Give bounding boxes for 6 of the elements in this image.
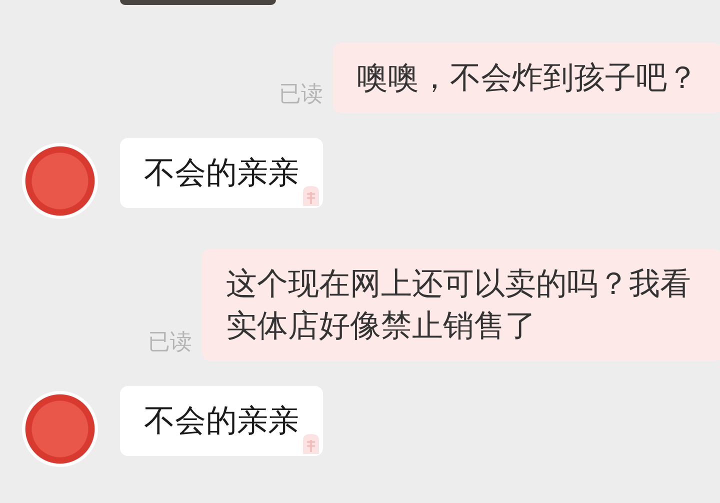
message-bubble[interactable]: 不会的亲亲 <box>120 386 323 456</box>
read-receipt: 已读 <box>148 329 192 357</box>
read-receipt: 已读 <box>279 81 323 109</box>
message-bubble[interactable]: 这个现在网上还可以卖的吗？我看实体店好像禁止销售了 <box>202 249 720 361</box>
message-bubble[interactable]: 噢噢，不会炸到孩子吧？ <box>333 43 720 113</box>
message-bubble[interactable]: 不会的亲亲 <box>120 138 323 208</box>
